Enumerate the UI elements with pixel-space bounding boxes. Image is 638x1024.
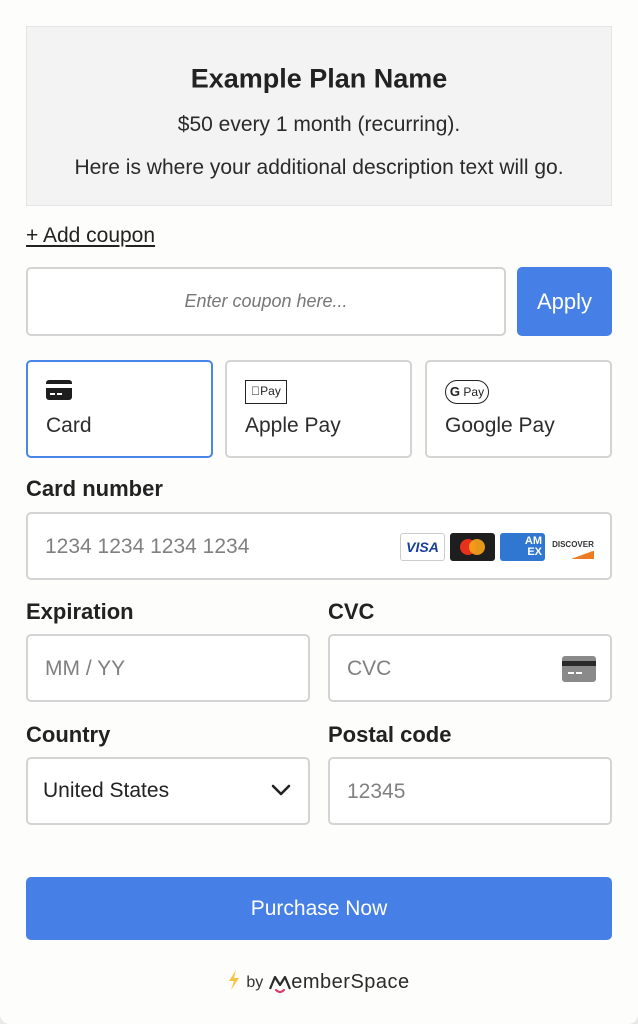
plan-price: $50 every 1 month (recurring). bbox=[177, 113, 461, 136]
coupon-input[interactable] bbox=[26, 267, 506, 336]
payment-method-apple-pay[interactable]: Pay Apple Pay bbox=[225, 360, 412, 458]
visa-icon: VISA bbox=[400, 533, 445, 561]
payment-method-google-pay[interactable]: G Pay Google Pay bbox=[425, 360, 612, 458]
apple-pay-icon: Pay bbox=[245, 380, 287, 404]
credit-card-icon bbox=[46, 380, 72, 405]
card-brands: VISA AM EX DISCOVER bbox=[400, 533, 596, 561]
card-number-input[interactable] bbox=[43, 514, 397, 580]
postal-code-input[interactable] bbox=[345, 759, 517, 825]
checkout-page: Example Plan Name $50 every 1 month (rec… bbox=[0, 0, 638, 1024]
plan-description: Here is where your additional descriptio… bbox=[74, 156, 564, 179]
cvc-card-icon bbox=[562, 656, 596, 687]
postal-code-field[interactable] bbox=[328, 757, 612, 825]
cvc-input[interactable] bbox=[345, 636, 517, 702]
postal-code-label: Postal code bbox=[328, 722, 452, 747]
payment-method-label: Card bbox=[46, 414, 92, 437]
lightning-bolt-icon bbox=[228, 970, 240, 995]
add-coupon-link[interactable]: + Add coupon bbox=[26, 224, 155, 248]
by-text: by bbox=[246, 973, 264, 991]
amex-icon: AM EX bbox=[500, 533, 545, 561]
cvc-label: CVC bbox=[328, 599, 375, 624]
country-selected-value: United States bbox=[43, 779, 170, 802]
country-label: Country bbox=[26, 722, 111, 747]
apply-coupon-button[interactable]: Apply bbox=[517, 267, 612, 336]
plan-summary: Example Plan Name $50 every 1 month (rec… bbox=[26, 26, 612, 206]
expiration-input[interactable] bbox=[43, 636, 215, 702]
expiration-label: Expiration bbox=[26, 599, 134, 624]
payment-method-label: Apple Pay bbox=[245, 414, 341, 437]
powered-by-footer[interactable]: by emberSpace bbox=[0, 970, 638, 995]
chevron-down-icon bbox=[271, 783, 291, 802]
payment-method-label: Google Pay bbox=[445, 414, 555, 437]
country-select[interactable]: United States bbox=[26, 757, 310, 825]
cvc-field[interactable] bbox=[328, 634, 612, 702]
payment-method-card[interactable]: Card bbox=[26, 360, 213, 458]
mastercard-icon bbox=[450, 533, 495, 561]
purchase-now-button[interactable]: Purchase Now bbox=[26, 877, 612, 940]
card-number-label: Card number bbox=[26, 476, 163, 501]
memberspace-logo: emberSpace bbox=[269, 971, 409, 994]
google-pay-icon: G Pay bbox=[445, 380, 489, 404]
discover-icon: DISCOVER bbox=[550, 533, 596, 561]
card-number-field[interactable]: VISA AMEX DISCOVER bbox=[26, 512, 612, 580]
plan-title: Example Plan Name bbox=[190, 63, 448, 94]
memberspace-m-icon bbox=[269, 975, 292, 993]
expiration-field[interactable] bbox=[26, 634, 310, 702]
